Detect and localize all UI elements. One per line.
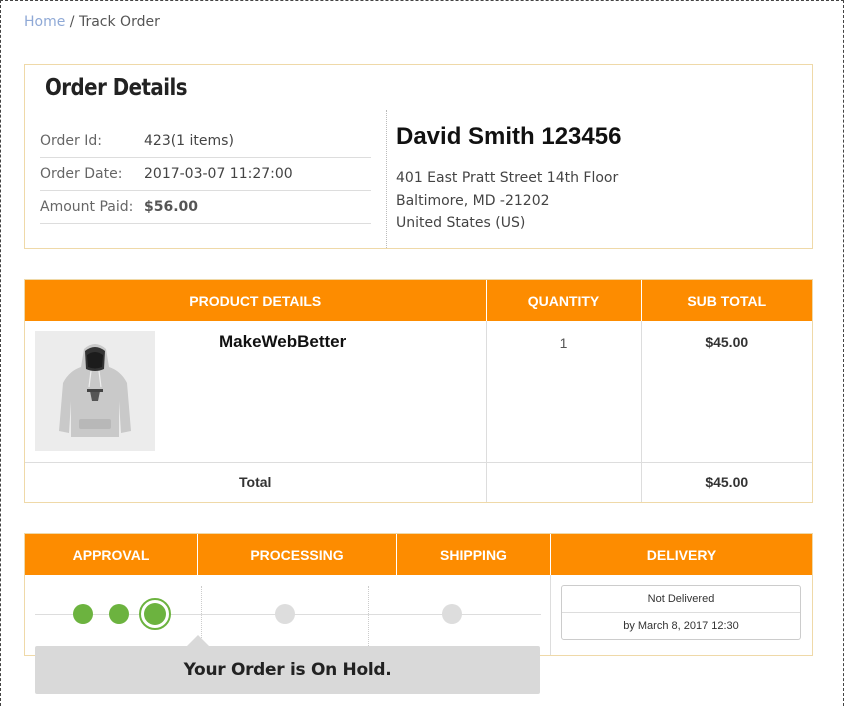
order-hold-message: Your Order is On Hold.: [35, 646, 540, 694]
progress-track: [35, 586, 541, 646]
delivery-date: by March 8, 2017 12:30: [623, 620, 739, 632]
amount-paid-row: Amount Paid: $56.00: [40, 191, 371, 224]
breadcrumb: Home / Track Order: [24, 14, 160, 30]
header-quantity: QUANTITY: [486, 280, 642, 321]
delivery-divider: [550, 575, 551, 655]
header-product-details: PRODUCT DETAILS: [25, 280, 487, 321]
amount-paid-label: Amount Paid:: [40, 199, 134, 215]
address-line-1: 401 East Pratt Street 14th Floor: [396, 170, 619, 186]
breadcrumb-current: Track Order: [78, 14, 160, 30]
progress-step-complete: [109, 604, 129, 624]
total-row: Total $45.00: [25, 462, 812, 502]
order-details-card: Order Details Order Id: 423(1 items) Ord…: [24, 64, 813, 249]
tracking-header: APPROVAL PROCESSING SHIPPING DELIVERY: [25, 534, 812, 575]
product-subtotal: $45.00: [641, 321, 812, 463]
breadcrumb-separator: /: [65, 14, 79, 30]
total-empty-cell: [486, 462, 642, 502]
customer-address: 401 East Pratt Street 14th Floor Baltimo…: [396, 167, 621, 235]
breadcrumb-home-link[interactable]: Home: [24, 14, 65, 30]
order-info-table: Order Id: 423(1 items) Order Date: 2017-…: [40, 125, 371, 224]
stage-approval: APPROVAL: [25, 534, 198, 575]
progress-step-pending: [442, 604, 462, 624]
product-table-header: PRODUCT DETAILS QUANTITY SUB TOTAL: [25, 280, 812, 321]
tooltip-arrow: [187, 635, 209, 646]
order-date-label: Order Date:: [40, 166, 123, 182]
order-date-value: 2017-03-07 11:27:00: [144, 166, 293, 182]
table-row: MakeWebBetter 1 $45.00: [25, 321, 812, 463]
product-name: MakeWebBetter: [219, 332, 347, 351]
progress-step-pending: [275, 604, 295, 624]
stage-processing: PROCESSING: [198, 534, 397, 575]
delivery-status-box: Not Delivered by March 8, 2017 12:30: [561, 585, 801, 640]
order-details-title: Order Details: [45, 75, 188, 101]
amount-paid-value: $56.00: [144, 199, 199, 215]
address-line-3: United States (US): [396, 215, 526, 231]
details-divider: [386, 110, 387, 248]
order-id-value: 423(1 items): [144, 133, 234, 149]
total-label: Total: [25, 462, 487, 502]
order-id-label: Order Id:: [40, 133, 102, 149]
progress-step-complete: [73, 604, 93, 624]
hoodie-image[interactable]: [35, 331, 155, 451]
stage-shipping: SHIPPING: [397, 534, 551, 575]
order-id-row: Order Id: 423(1 items): [40, 125, 371, 158]
total-value: $45.00: [705, 474, 749, 491]
header-sub-total: SUB TOTAL: [641, 280, 812, 321]
delivery-status: Not Delivered: [562, 586, 800, 613]
order-date-row: Order Date: 2017-03-07 11:27:00: [40, 158, 371, 191]
progress-step-current: [139, 598, 171, 630]
product-quantity: 1: [486, 321, 642, 463]
product-table: PRODUCT DETAILS QUANTITY SUB TOTAL MakeW…: [24, 279, 813, 503]
stage-delivery: DELIVERY: [646, 546, 717, 563]
product-cell: MakeWebBetter: [25, 321, 487, 463]
order-tracking: APPROVAL PROCESSING SHIPPING DELIVERY No…: [24, 533, 813, 656]
progress-divider: [368, 586, 369, 646]
customer-info: David Smith 123456 401 East Pratt Street…: [396, 123, 621, 235]
customer-name: David Smith 123456: [396, 123, 622, 150]
address-line-2: Baltimore, MD -21202: [396, 192, 550, 209]
